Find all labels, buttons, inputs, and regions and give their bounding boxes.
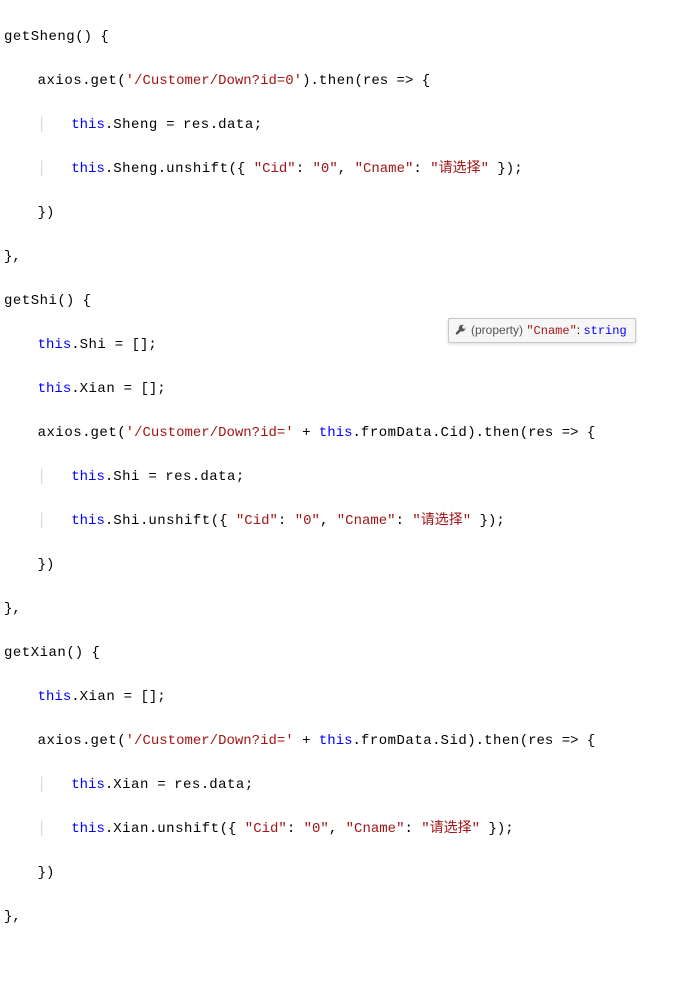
code-line: this.Xian = []; [4,378,682,400]
code-line: }, [4,598,682,620]
code-line: │ this.Shi = res.data; [4,466,682,488]
tooltip-kind: (property) [471,323,523,337]
code-line: getSheng() { [4,26,682,48]
code-editor[interactable]: getSheng() { axios.get('/Customer/Down?i… [0,0,682,502]
tooltip-type: string [583,324,626,338]
method-name: getShi [4,293,57,309]
code-line: getXian() { [4,642,682,664]
code-line: │ this.Shi.unshift({ "Cid": "0", "Cname"… [4,510,682,532]
tooltip-name: "Cname" [526,324,576,338]
method-name: getXian [4,645,66,661]
code-line: }) [4,554,682,576]
code-line: axios.get('/Customer/Down?id=0').then(re… [4,70,682,92]
method-name: getSheng [4,29,75,45]
code-line: axios.get('/Customer/Down?id=' + this.fr… [4,422,682,444]
code-line: axios.get('/Customer/Down?id=' + this.fr… [4,730,682,752]
code-line: │ this.Sheng = res.data; [4,114,682,136]
code-line: }) [4,202,682,224]
code-line: }, [4,906,682,928]
code-line: this.Xian = []; [4,686,682,708]
code-line: │ this.Xian = res.data; [4,774,682,796]
code-line: getShi() { [4,290,682,312]
code-line: │ this.Sheng.unshift({ "Cid": "0", "Cnam… [4,158,682,180]
code-line: }, [4,246,682,268]
hover-tooltip: (property) "Cname": string [448,318,636,343]
code-line: │ this.Xian.unshift({ "Cid": "0", "Cname… [4,818,682,840]
code-line: }) [4,862,682,884]
wrench-icon [455,323,471,337]
